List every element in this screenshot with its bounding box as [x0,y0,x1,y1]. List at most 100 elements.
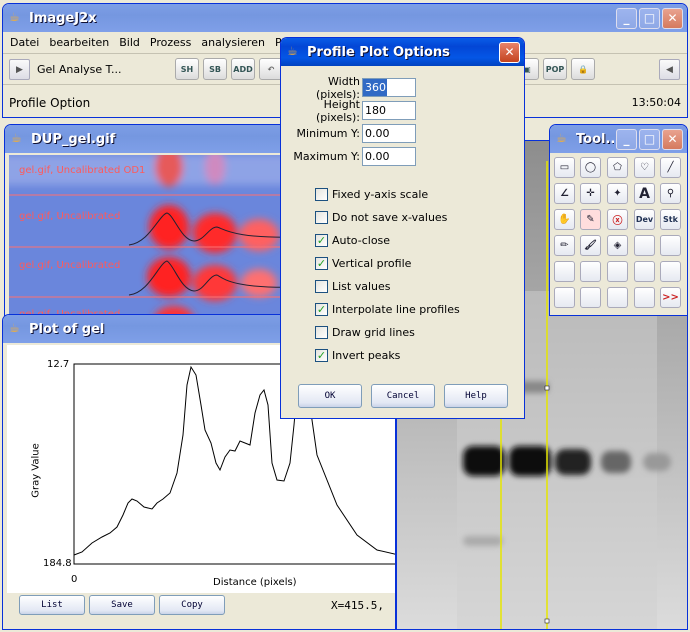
checkbox-row[interactable]: ✓ Interpolate line profiles [281,298,524,321]
menu-datei[interactable]: Datei [5,36,44,49]
menu-analysieren[interactable]: analysieren [196,36,270,49]
height-label: Height (pixels): [315,97,360,124]
menu-prozess[interactable]: Prozess [145,36,196,49]
checkbox-row[interactable]: List values [281,275,524,298]
angle-tool-icon[interactable]: ∠ [554,183,575,204]
color-picker-tool-icon[interactable]: ✎ [580,209,601,230]
oval-tool-icon[interactable]: ◯ [580,157,601,178]
list-button[interactable]: List [19,595,85,615]
java-icon: ☕ [11,131,22,145]
wand-tool-icon[interactable]: ✦ [607,183,628,204]
brush-tool-icon[interactable]: 🖌 [580,235,601,256]
pop-button[interactable]: POP [543,58,567,80]
empty-tool-slot [634,287,655,308]
copy-button[interactable]: Copy [159,595,225,615]
java-icon: ☕ [287,44,298,58]
dev-tool-button[interactable]: Dev [634,209,655,230]
point-tool-icon[interactable]: ✛ [580,183,601,204]
dup-gel-title-bar[interactable]: ☕ DUP_gel.gif [5,125,303,153]
checkbox-unchecked-icon[interactable] [315,188,328,201]
dialog-close-button[interactable]: ✕ [499,41,520,63]
menu-bild[interactable]: Bild [114,36,145,49]
maximize-button[interactable]: □ [639,128,660,150]
lock-icon[interactable]: 🔒 [571,58,595,80]
plot-y-min: 184.8 [43,558,72,569]
help-button[interactable]: Help [444,384,508,408]
macro-label[interactable]: Gel Analyse T... [37,63,122,76]
checkbox-label: Invert peaks [332,349,401,362]
checkbox-label: Vertical profile [332,257,412,270]
cancel-button[interactable]: Cancel [371,384,435,408]
sh-button[interactable]: SH [175,58,199,80]
sb-button[interactable]: SB [203,58,227,80]
checkbox-unchecked-icon[interactable] [315,211,328,224]
empty-tool-slot [580,287,601,308]
status-text: Profile Option [9,96,91,110]
run-macro-button[interactable]: ▶ [9,59,30,80]
freehand-tool-icon[interactable]: ♡ [634,157,655,178]
minimize-button[interactable]: _ [616,7,637,29]
text-tool-icon[interactable]: A [634,183,655,204]
empty-tool-slot [554,287,575,308]
main-title-bar[interactable]: ☕ ImageJ2x _ □ ✕ [3,4,687,32]
dialog-title-bar[interactable]: ☕ Profile Plot Options ✕ [281,38,524,66]
save-button[interactable]: Save [89,595,155,615]
tool-window: ☕ Tool... _ □ ✕ ▭ ◯ ⬠ ♡ ╱ ∠ ✛ ✦ A ⚲ ✋ ✎ … [549,124,688,316]
empty-tool-slot [580,261,601,282]
checkbox-row[interactable]: Do not save x-values [281,206,524,229]
checkbox-label: Interpolate line profiles [332,303,460,316]
empty-tool-slot [607,261,628,282]
tool-title-bar[interactable]: ☕ Tool... _ □ ✕ [550,125,687,153]
pencil-tool-icon[interactable]: ✏ [554,235,575,256]
minimize-button[interactable]: _ [616,128,637,150]
checkbox-label: Do not save x-values [332,211,448,224]
stk-tool-button[interactable]: Stk [660,209,681,230]
flood-fill-tool-icon[interactable]: ◈ [607,235,628,256]
add-button[interactable]: ADD [231,58,255,80]
scroll-left-button[interactable]: ◀ [659,59,680,80]
dup-gel-title: DUP_gel.gif [31,131,116,147]
checkbox-row[interactable]: ✓ Invert peaks [281,344,524,367]
dup-gel-window: ☕ DUP_gel.gif gel.gif, Uncalibrated OD1 … [4,124,304,322]
checkbox-row[interactable]: ✓ Vertical profile [281,252,524,275]
close-button[interactable]: ✕ [662,128,683,150]
checkbox-unchecked-icon[interactable] [315,280,328,293]
checkbox-checked-icon[interactable]: ✓ [315,349,328,362]
width-row: Width (pixels): [287,75,416,101]
width-field[interactable] [362,78,416,97]
checkbox-checked-icon[interactable]: ✓ [315,234,328,247]
dialog-title: Profile Plot Options [307,44,450,60]
checkbox-unchecked-icon[interactable] [315,326,328,339]
maximize-button[interactable]: □ [639,7,660,29]
dup-gel-image[interactable]: gel.gif, Uncalibrated OD1 gel.gif, Uncal… [9,155,301,321]
more-tools-button[interactable]: >> [660,287,681,308]
tool-grid: ▭ ◯ ⬠ ♡ ╱ ∠ ✛ ✦ A ⚲ ✋ ✎ ⓧ Dev Stk ✏ 🖌 ◈ … [550,153,687,315]
max-y-field[interactable] [362,147,416,166]
checkbox-row[interactable]: Draw grid lines [281,321,524,344]
ok-button[interactable]: OK [298,384,362,408]
remove-tool-icon[interactable]: ⓧ [607,209,628,230]
lane-label-1: gel.gif, Uncalibrated OD1 [19,165,146,176]
line-tool-icon[interactable]: ╱ [660,157,681,178]
polygon-tool-icon[interactable]: ⬠ [607,157,628,178]
checkbox-label: Draw grid lines [332,326,415,339]
checkbox-checked-icon[interactable]: ✓ [315,303,328,316]
close-button[interactable]: ✕ [662,7,683,29]
dialog-checkboxes: Fixed y-axis scale Do not save x-values ✓ A… [281,183,524,367]
rectangle-tool-icon[interactable]: ▭ [554,157,575,178]
magnifier-tool-icon[interactable]: ⚲ [660,183,681,204]
plot-y-label: Gray Value [30,443,42,498]
checkbox-row[interactable]: Fixed y-axis scale [281,183,524,206]
menu-bearbeiten[interactable]: bearbeiten [44,36,114,49]
checkbox-row[interactable]: ✓ Auto-close [281,229,524,252]
min-y-row: Minimum Y: [287,122,416,145]
gel-toolbar: SH SB ADD ↶ [175,58,287,80]
dialog-fields: Width (pixels): Height (pixels): Minimum… [287,75,416,168]
checkbox-checked-icon[interactable]: ✓ [315,257,328,270]
max-y-row: Maximum Y: [287,145,416,168]
hand-tool-icon[interactable]: ✋ [554,209,575,230]
max-y-label: Maximum Y: [293,150,360,163]
checkbox-label: Auto-close [332,234,391,247]
min-y-field[interactable] [362,124,416,143]
height-field[interactable] [362,101,416,120]
